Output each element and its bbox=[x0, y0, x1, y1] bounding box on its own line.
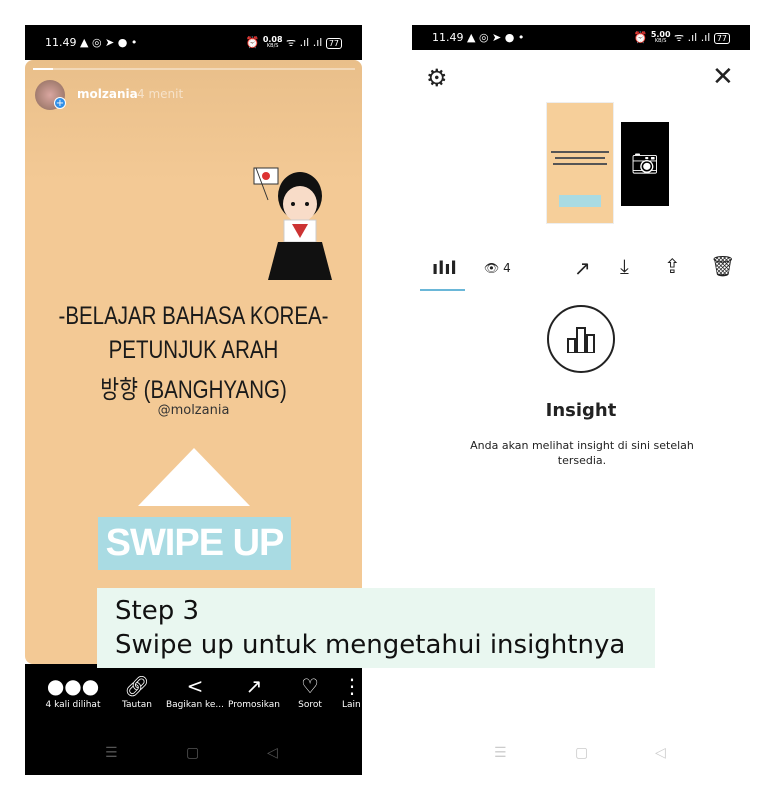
share-icon[interactable]: ⇪ bbox=[664, 254, 681, 278]
insights-tab[interactable]: ılıl bbox=[432, 258, 457, 279]
add-story-icon[interactable]: + bbox=[54, 97, 66, 109]
network-speed-indicator: 5.00 KB/S bbox=[651, 31, 671, 45]
story-progress bbox=[33, 68, 355, 70]
eye-icon: 👁︎ bbox=[484, 261, 500, 275]
swipe-up-arrow bbox=[138, 448, 250, 506]
network-speed-indicator: 0.08 KB/S bbox=[263, 36, 283, 50]
menu-nav-icon[interactable]: ☰ bbox=[105, 745, 118, 761]
story-handle: @molzania bbox=[157, 403, 230, 418]
close-icon[interactable]: ✕ bbox=[712, 62, 734, 92]
story-title-line: 방향 (BANGHYANG) bbox=[100, 376, 287, 404]
download-icon[interactable]: ⤓ bbox=[620, 254, 629, 278]
status-time: 11.49 bbox=[432, 31, 464, 44]
trend-icon: ↗ bbox=[245, 674, 263, 698]
network-speed: 0.08 bbox=[262, 35, 283, 44]
username[interactable]: molzania bbox=[77, 87, 138, 101]
action-label: Promosikan bbox=[227, 700, 280, 710]
network-speed: 5.00 bbox=[650, 30, 671, 39]
promote-icon[interactable]: ↗ bbox=[574, 256, 591, 280]
home-nav-icon[interactable]: ▢ bbox=[186, 745, 199, 761]
battery: 77 bbox=[325, 38, 342, 49]
step-caption: Step 3 Swipe up untuk mengetahui insight… bbox=[97, 588, 655, 668]
character-illustration bbox=[253, 167, 332, 280]
insight-description: Anda akan melihat insight di sini setela… bbox=[470, 439, 694, 467]
active-tab-indicator bbox=[420, 289, 465, 291]
back-nav-icon[interactable]: ◁ bbox=[267, 745, 278, 761]
link-icon: 🔗︎ bbox=[124, 674, 150, 698]
action-label: Lain bbox=[342, 700, 361, 710]
viewers-avatars-icon: ●●● bbox=[46, 674, 100, 698]
status-bar: 11.49 ▲ ◎ ➤ ● • ⏰ 0.08 KB/S ᯤ .ıl .ıl 77 bbox=[25, 25, 362, 60]
add-story-camera-button[interactable]: 📷︎ bbox=[621, 122, 669, 206]
home-nav-icon[interactable]: ▢ bbox=[575, 745, 588, 761]
swipe-up-sticker[interactable]: SWIPE UP bbox=[98, 517, 291, 570]
link-button[interactable]: 🔗︎ Tautan bbox=[107, 672, 167, 710]
story-title-line: PETUNJUK ARAH bbox=[108, 336, 279, 364]
battery: 77 bbox=[713, 33, 730, 44]
settings-icon[interactable]: ⚙︎ bbox=[426, 64, 448, 92]
camera-icon: 📷︎ bbox=[631, 151, 659, 177]
status-time: 11.49 bbox=[45, 36, 77, 49]
story-title-line: -BELAJAR BAHASA KOREA- bbox=[58, 302, 329, 330]
share-icon: < bbox=[186, 674, 204, 698]
promote-button[interactable]: ↗ Promosikan bbox=[224, 672, 284, 710]
delete-icon[interactable]: 🗑︎ bbox=[710, 254, 735, 278]
viewers-button[interactable]: ●●● 4 kali dilihat bbox=[43, 672, 103, 710]
story-thumbnail[interactable] bbox=[546, 102, 614, 224]
back-nav-icon[interactable]: ◁ bbox=[655, 745, 666, 761]
action-label: 4 kali dilihat bbox=[45, 700, 101, 710]
status-bar: 11.49 ▲ ◎ ➤ ● • ⏰ 5.00 KB/S ᯤ .ıl .ıl 77 bbox=[412, 25, 750, 50]
caption-step: Step 3 bbox=[115, 596, 200, 626]
share-button[interactable]: < Bagikan ke... bbox=[165, 672, 225, 710]
viewers-tab[interactable]: 👁︎ 4 bbox=[484, 261, 511, 275]
network-speed-unit: KB/S bbox=[266, 43, 279, 49]
view-count: 4 bbox=[503, 261, 511, 275]
insight-chart-icon bbox=[547, 305, 615, 373]
menu-nav-icon[interactable]: ☰ bbox=[494, 745, 507, 761]
more-icon: ⋮ bbox=[342, 674, 362, 698]
action-label: Tautan bbox=[122, 700, 152, 710]
bar-chart-icon: ılıl bbox=[432, 258, 457, 279]
more-button[interactable]: ⋮ Lain bbox=[330, 672, 362, 710]
story-time: 4 menit bbox=[137, 87, 184, 101]
action-label: Bagikan ke... bbox=[165, 700, 225, 710]
insight-title: Insight bbox=[545, 400, 617, 421]
network-speed-unit: KB/S bbox=[654, 38, 667, 44]
caption-text: Swipe up untuk mengetahui insightnya bbox=[115, 630, 626, 660]
